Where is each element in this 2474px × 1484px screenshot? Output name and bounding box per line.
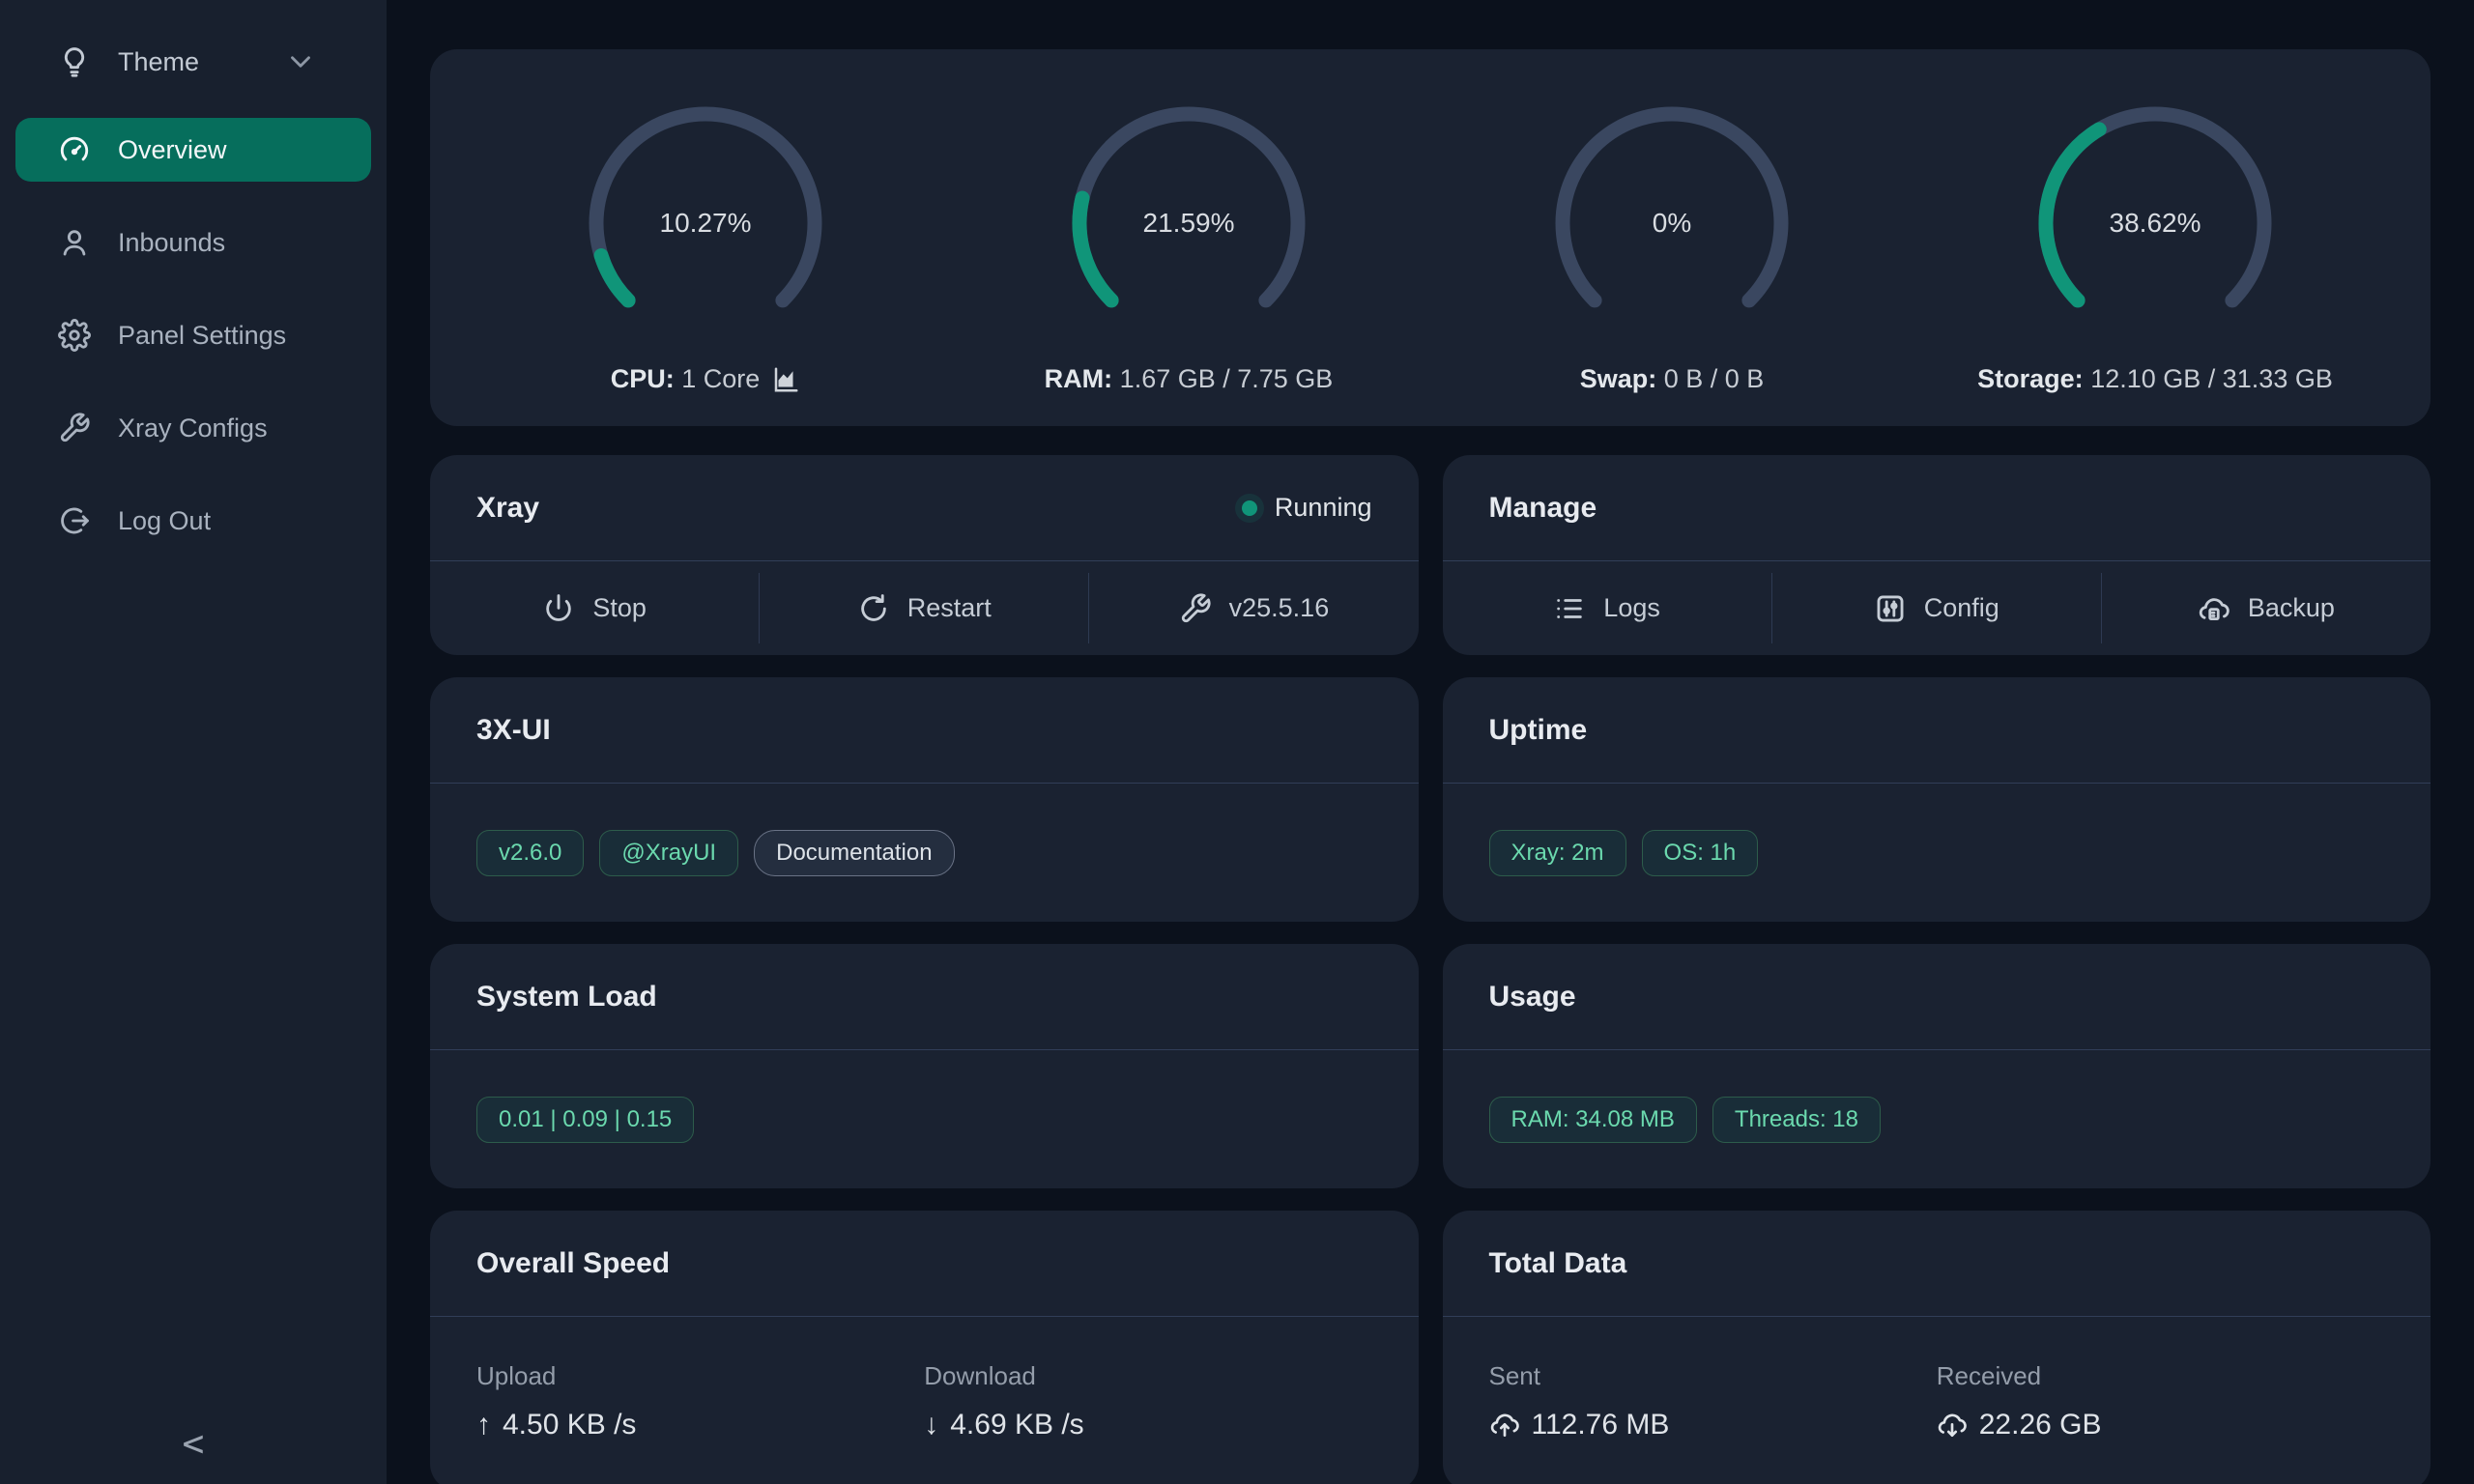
power-icon: [542, 592, 575, 625]
sidebar: Theme Overview Inbounds Panel Settings: [0, 0, 387, 1484]
received-label: Received: [1937, 1361, 2384, 1391]
upload-value: ↑ 4.50 KB /s: [476, 1409, 924, 1441]
cpu-percent: 10.27%: [580, 98, 831, 349]
sidebar-item-overview[interactable]: Overview: [15, 118, 371, 182]
sidebar-nav: Overview Inbounds Panel Settings Xray Co…: [0, 118, 387, 553]
sidebar-item-label: Xray Configs: [118, 414, 268, 443]
xui-telegram-tag[interactable]: @XrayUI: [599, 830, 738, 876]
sent-value: 112.76 MB: [1489, 1409, 1937, 1441]
storage-gauge: 38.62% Storage: 12.10 GB / 31.33 GB: [1913, 49, 2397, 426]
sidebar-item-xray-configs[interactable]: Xray Configs: [15, 396, 371, 460]
usage-threads-tag: Threads: 18: [1712, 1097, 1881, 1143]
xui-version-tag[interactable]: v2.6.0: [476, 830, 584, 876]
backup-button[interactable]: Backup: [2102, 561, 2431, 655]
sent-label: Sent: [1489, 1361, 1937, 1391]
sidebar-item-label: Inbounds: [118, 228, 225, 258]
cpu-gauge: 10.27% CPU: 1 Core: [464, 49, 947, 426]
usage-title: Usage: [1489, 981, 1576, 1013]
ram-gauge: 21.59% RAM: 1.67 GB / 7.75 GB: [947, 49, 1430, 426]
manage-card-title: Manage: [1489, 492, 1597, 525]
status-dot-icon: [1242, 500, 1257, 516]
logout-icon: [58, 504, 91, 537]
swap-gauge: 0% Swap: 0 B / 0 B: [1430, 49, 1913, 426]
sidebar-item-inbounds[interactable]: Inbounds: [15, 211, 371, 274]
sidebar-item-label: Panel Settings: [118, 321, 286, 351]
system-load-card: System Load 0.01 | 0.09 | 0.15: [430, 944, 1419, 1188]
uptime-card: Uptime Xray: 2m OS: 1h: [1443, 677, 2431, 922]
theme-label: Theme: [118, 47, 199, 77]
swap-percent: 0%: [1546, 98, 1798, 349]
chevron-down-icon: [284, 45, 317, 78]
cpu-history-chart-icon[interactable]: [771, 365, 800, 394]
cloud-upload-icon: [1489, 1410, 1520, 1441]
cloud-backup-icon: [2198, 592, 2230, 625]
gear-icon: [58, 319, 91, 352]
system-gauges-card: 10.27% CPU: 1 Core 21.59% RAM: 1.67 GB /…: [430, 49, 2431, 426]
sidebar-item-panel-settings[interactable]: Panel Settings: [15, 303, 371, 367]
xui-card: 3X-UI v2.6.0 @XrayUI Documentation: [430, 677, 1419, 922]
system-load-title: System Load: [476, 981, 657, 1013]
total-data-title: Total Data: [1489, 1247, 1627, 1280]
manage-card: Manage Logs Config: [1443, 455, 2431, 655]
load-average-tag: 0.01 | 0.09 | 0.15: [476, 1097, 694, 1143]
uptime-card-title: Uptime: [1489, 714, 1588, 747]
download-value: ↓ 4.69 KB /s: [924, 1409, 1371, 1441]
arrow-up-icon: ↑: [476, 1409, 491, 1441]
upload-stat: Upload ↑ 4.50 KB /s: [476, 1328, 924, 1484]
upload-label: Upload: [476, 1361, 924, 1391]
cloud-download-icon: [1937, 1410, 1968, 1441]
lightbulb-icon: [58, 45, 91, 78]
uptime-xray-tag: Xray: 2m: [1489, 830, 1626, 876]
xray-card-title: Xray: [476, 492, 539, 525]
list-icon: [1553, 592, 1586, 625]
sidebar-collapse-button[interactable]: <: [0, 1422, 387, 1465]
download-stat: Download ↓ 4.69 KB /s: [924, 1328, 1371, 1484]
sliders-icon: [1874, 592, 1907, 625]
main-content: 10.27% CPU: 1 Core 21.59% RAM: 1.67 GB /…: [387, 0, 2474, 1484]
xray-stop-button[interactable]: Stop: [430, 561, 759, 655]
wrench-icon: [1179, 592, 1212, 625]
theme-selector[interactable]: Theme: [15, 33, 371, 91]
xray-status-text: Running: [1275, 493, 1372, 523]
config-button[interactable]: Config: [1772, 561, 2101, 655]
xray-status-badge: Running: [1242, 493, 1372, 523]
received-value: 22.26 GB: [1937, 1409, 2384, 1441]
sent-stat: Sent 112.76 MB: [1489, 1328, 1937, 1484]
ram-caption: RAM: 1.67 GB / 7.75 GB: [1045, 364, 1334, 394]
xray-restart-button[interactable]: Restart: [760, 561, 1088, 655]
xui-card-title: 3X-UI: [476, 714, 551, 747]
ram-percent: 21.59%: [1063, 98, 1314, 349]
sidebar-item-label: Log Out: [118, 506, 211, 536]
storage-caption: Storage: 12.10 GB / 31.33 GB: [1977, 364, 2333, 394]
uptime-os-tag: OS: 1h: [1642, 830, 1759, 876]
overall-speed-card: Overall Speed Upload ↑ 4.50 KB /s Downlo…: [430, 1211, 1419, 1484]
arrow-down-icon: ↓: [924, 1409, 938, 1441]
usage-card: Usage RAM: 34.08 MB Threads: 18: [1443, 944, 2431, 1188]
total-data-card: Total Data Sent 112.76 MB Received: [1443, 1211, 2431, 1484]
restart-icon: [857, 592, 890, 625]
received-stat: Received 22.26 GB: [1937, 1328, 2384, 1484]
swap-caption: Swap: 0 B / 0 B: [1580, 364, 1765, 394]
xray-card: Xray Running Stop Res: [430, 455, 1419, 655]
download-label: Download: [924, 1361, 1371, 1391]
usage-ram-tag: RAM: 34.08 MB: [1489, 1097, 1697, 1143]
logs-button[interactable]: Logs: [1443, 561, 1771, 655]
xray-version-button[interactable]: v25.5.16: [1089, 561, 1418, 655]
storage-percent: 38.62%: [2029, 98, 2281, 349]
wrench-icon: [58, 412, 91, 444]
speedometer-icon: [58, 133, 91, 166]
documentation-tag[interactable]: Documentation: [754, 830, 954, 876]
overall-speed-title: Overall Speed: [476, 1247, 670, 1280]
sidebar-item-logout[interactable]: Log Out: [15, 489, 371, 553]
cpu-caption: CPU: 1 Core: [611, 364, 801, 394]
sidebar-item-label: Overview: [118, 135, 227, 165]
user-icon: [58, 226, 91, 259]
